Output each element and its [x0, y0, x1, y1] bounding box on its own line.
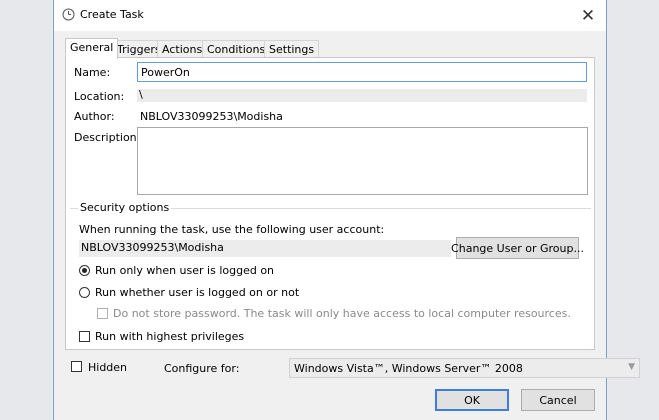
do-not-store-password-label: Do not store password. The task will onl… [113, 307, 571, 320]
chevron-down-icon: ▼ [628, 362, 635, 372]
location-field: \ [137, 88, 587, 102]
security-options-label: Security options [78, 201, 172, 214]
run-whether-logged-on-radio[interactable] [79, 287, 90, 298]
ok-button[interactable]: OK [435, 389, 509, 411]
highest-privileges-label[interactable]: Run with highest privileges [95, 330, 244, 343]
user-account-field: NBLOV33099253\Modisha [79, 240, 451, 257]
window-title: Create Task [80, 8, 144, 21]
create-task-dialog: Create Task ✕ General Triggers Actions C… [53, 0, 640, 420]
tab-general[interactable]: General [65, 38, 119, 59]
tab-settings[interactable]: Settings [264, 40, 320, 58]
description-textarea[interactable] [137, 127, 588, 195]
cancel-button[interactable]: Cancel [521, 389, 595, 411]
description-label: Description: [74, 131, 141, 144]
run-whether-logged-on-label[interactable]: Run whether user is logged on or not [95, 286, 299, 299]
hidden-checkbox[interactable] [71, 361, 82, 372]
name-label: Name: [74, 66, 111, 79]
desktop-background-left [0, 0, 52, 420]
run-only-logged-on-radio[interactable] [79, 265, 90, 276]
highest-privileges-checkbox[interactable] [79, 331, 90, 342]
desktop-background-right [607, 0, 659, 420]
clock-icon [62, 8, 75, 21]
title-bar: Create Task ✕ [54, 0, 606, 31]
hidden-label[interactable]: Hidden [88, 361, 127, 374]
configure-for-label: Configure for: [164, 362, 240, 375]
user-account-value: NBLOV33099253\Modisha [81, 241, 224, 254]
run-only-logged-on-label[interactable]: Run only when user is logged on [95, 264, 274, 277]
tab-conditions[interactable]: Conditions [202, 40, 271, 58]
name-input[interactable] [137, 62, 587, 82]
author-value: NBLOV33099253\Modisha [140, 110, 283, 123]
location-label: Location: [74, 90, 125, 103]
author-label: Author: [74, 110, 115, 123]
change-user-button[interactable]: Change User or Group... [451, 237, 584, 259]
configure-for-value: Windows Vista™, Windows Server™ 2008 [294, 362, 523, 375]
account-prompt: When running the task, use the following… [79, 223, 385, 236]
configure-for-dropdown[interactable]: Windows Vista™, Windows Server™ 2008 ▼ [289, 358, 640, 378]
close-icon[interactable]: ✕ [570, 0, 606, 31]
do-not-store-password-checkbox [97, 308, 108, 319]
tab-actions[interactable]: Actions [157, 40, 208, 58]
location-value: \ [139, 88, 143, 101]
